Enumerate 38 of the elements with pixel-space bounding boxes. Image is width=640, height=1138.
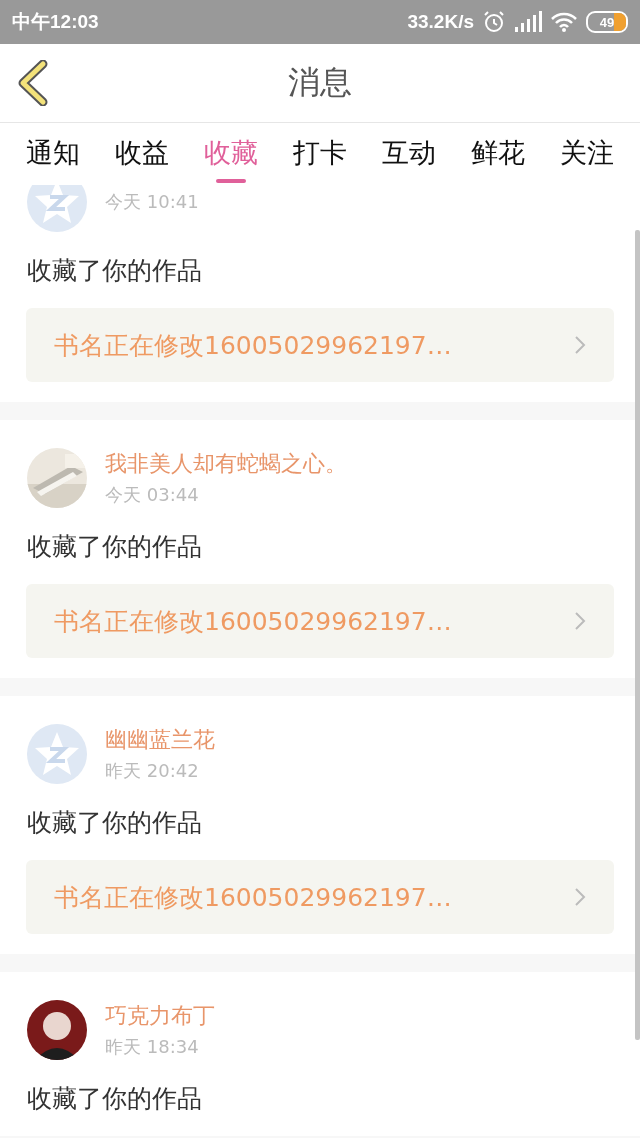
message-time: 昨天 18:34 bbox=[105, 1035, 200, 1059]
book-card[interactable]: 书名正在修改16005029962197… bbox=[26, 584, 614, 658]
message-text: 收藏了你的作品 bbox=[26, 1083, 203, 1115]
tab[interactable]: 互动 bbox=[382, 123, 436, 185]
message-time: 昨天 20:42 bbox=[105, 759, 200, 783]
tab[interactable]: 关注 bbox=[560, 123, 614, 185]
page-title: 消息 bbox=[288, 62, 352, 103]
tab[interactable]: 鲜花 bbox=[471, 123, 525, 185]
book-title: 书名正在修改16005029962197… bbox=[54, 881, 452, 914]
avatar-icon bbox=[27, 1000, 87, 1060]
tab[interactable]: 打卡 bbox=[293, 123, 347, 185]
wifi-icon bbox=[550, 11, 578, 33]
user-name[interactable]: 我非美人却有蛇蝎之心。 bbox=[105, 449, 347, 479]
chevron-icon bbox=[574, 887, 586, 907]
tab[interactable]: 收益 bbox=[115, 123, 169, 185]
book-card[interactable]: 书名正在修改16005029962197… bbox=[26, 860, 614, 934]
user-name[interactable]: 幽幽蓝兰花 bbox=[105, 725, 215, 755]
back-button[interactable] bbox=[16, 60, 50, 106]
chevron-icon bbox=[574, 611, 586, 631]
alarm-clock-icon bbox=[482, 10, 506, 34]
status-time: 中午12:03 bbox=[12, 10, 99, 34]
message-time: 今天 10:41 bbox=[105, 190, 199, 214]
message-text: 收藏了你的作品 bbox=[26, 255, 203, 287]
message-text: 收藏了你的作品 bbox=[26, 531, 203, 563]
book-title: 书名正在修改16005029962197… bbox=[54, 329, 452, 362]
avatar-icon bbox=[27, 185, 87, 232]
message-text: 收藏了你的作品 bbox=[26, 807, 203, 839]
tab[interactable]: 收藏 bbox=[204, 123, 258, 185]
tab[interactable]: 通知 bbox=[26, 123, 80, 185]
avatar-icon bbox=[27, 724, 87, 784]
battery-icon: 49 bbox=[586, 11, 628, 33]
chevron-icon bbox=[574, 335, 586, 355]
signal-icon bbox=[514, 11, 542, 33]
user-name[interactable]: 巧克力布丁 bbox=[105, 1001, 215, 1031]
network-speed: 33.2K/s bbox=[407, 11, 474, 33]
message-time: 今天 03:44 bbox=[105, 483, 200, 507]
book-card[interactable]: 书名正在修改16005029962197… bbox=[26, 308, 614, 382]
book-title: 书名正在修改16005029962197… bbox=[54, 605, 452, 638]
